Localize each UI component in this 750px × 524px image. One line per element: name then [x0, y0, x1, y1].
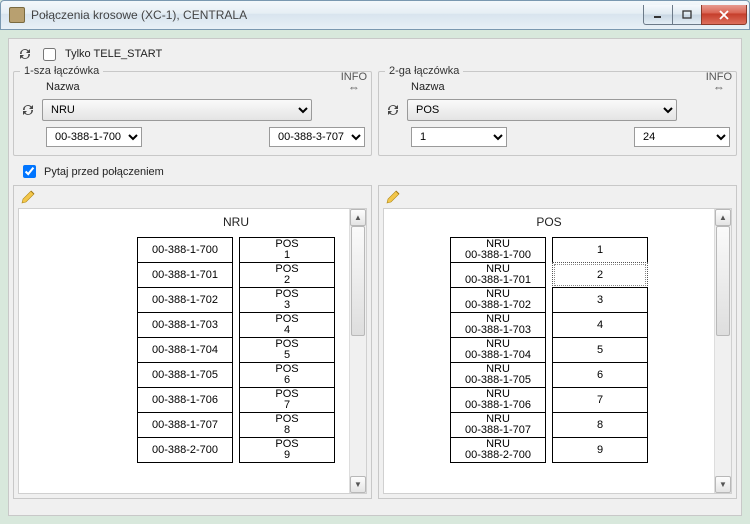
list-item[interactable]: POS4 [239, 312, 335, 338]
group-2: 2-ga łączówka INFO⇔ Nazwa POS [378, 65, 737, 156]
list-item[interactable]: NRU00-388-1-706 [450, 387, 546, 413]
group-1-name-select[interactable]: NRU [42, 99, 312, 121]
left-panel-title: NRU [129, 215, 343, 229]
maximize-button[interactable] [672, 5, 702, 25]
list-item[interactable]: NRU00-388-1-705 [450, 362, 546, 388]
pencil-icon[interactable] [385, 189, 401, 205]
refresh-icon[interactable] [17, 46, 33, 62]
list-item[interactable]: 6 [552, 362, 648, 388]
list-item[interactable]: NRU00-388-2-700 [450, 437, 546, 463]
list-item[interactable]: POS6 [239, 362, 335, 388]
group-1: 1-sza łączówka INFO⇔ Nazwa NRU [13, 65, 372, 156]
list-item[interactable]: 00-388-2-700 [137, 437, 233, 463]
group-1-legend: 1-sza łączówka [20, 65, 103, 77]
group-1-to-select[interactable]: 00-388-3-707 [269, 127, 365, 147]
scroll-down-icon[interactable]: ▼ [350, 476, 366, 493]
list-item[interactable]: NRU00-388-1-700 [450, 237, 546, 263]
tele-start-checkbox[interactable] [43, 48, 56, 61]
list-item[interactable]: 00-388-1-706 [137, 387, 233, 413]
list-item[interactable]: POS5 [239, 337, 335, 363]
list-item[interactable]: 00-388-1-707 [137, 412, 233, 438]
list-item[interactable]: 00-388-1-705 [137, 362, 233, 388]
list-item[interactable]: POS2 [239, 262, 335, 288]
list-item[interactable]: 7 [552, 387, 648, 413]
close-button[interactable] [701, 5, 747, 25]
list-item[interactable]: 00-388-1-704 [137, 337, 233, 363]
pencil-icon[interactable] [20, 189, 36, 205]
list-item[interactable]: 5 [552, 337, 648, 363]
refresh-icon[interactable] [385, 102, 401, 118]
group-1-from-select[interactable]: 00-388-1-700 [46, 127, 142, 147]
list-item[interactable]: NRU00-388-1-703 [450, 312, 546, 338]
group-1-name-label: Nazwa [46, 81, 80, 93]
ask-before-checkbox[interactable] [23, 165, 36, 178]
group-2-to-select[interactable]: 24 [634, 127, 730, 147]
list-item[interactable]: 4 [552, 312, 648, 338]
list-item[interactable]: 8 [552, 412, 648, 438]
scroll-thumb[interactable] [716, 226, 730, 336]
list-item[interactable]: 00-388-1-703 [137, 312, 233, 338]
scrollbar[interactable]: ▲ ▼ [349, 209, 366, 493]
info-icon[interactable]: INFO⇔ [706, 73, 732, 92]
right-panel-title: POS [390, 215, 708, 229]
app-icon [9, 7, 25, 23]
list-item[interactable]: 1 [552, 237, 648, 263]
list-item[interactable]: 3 [552, 287, 648, 313]
list-item[interactable]: NRU00-388-1-701 [450, 262, 546, 288]
group-2-legend: 2-ga łączówka [385, 65, 463, 77]
group-2-from-select[interactable]: 1 [411, 127, 507, 147]
list-item[interactable]: 00-388-1-701 [137, 262, 233, 288]
scrollbar[interactable]: ▲ ▼ [714, 209, 731, 493]
list-item[interactable]: POS9 [239, 437, 335, 463]
list-item[interactable]: POS8 [239, 412, 335, 438]
scroll-up-icon[interactable]: ▲ [715, 209, 731, 226]
tele-start-label: Tylko TELE_START [65, 48, 162, 60]
list-item[interactable]: POS1 [239, 237, 335, 263]
list-item[interactable]: 2 [552, 262, 648, 288]
refresh-icon[interactable] [20, 102, 36, 118]
list-item[interactable]: NRU00-388-1-702 [450, 287, 546, 313]
right-panel: POS NRU00-388-1-700NRU00-388-1-701NRU00-… [378, 185, 737, 499]
scroll-up-icon[interactable]: ▲ [350, 209, 366, 226]
scroll-thumb[interactable] [351, 226, 365, 336]
list-item[interactable]: NRU00-388-1-707 [450, 412, 546, 438]
list-item[interactable]: 00-388-1-702 [137, 287, 233, 313]
ask-before-label: Pytaj przed połączeniem [44, 166, 164, 178]
list-item[interactable]: 9 [552, 437, 648, 463]
info-icon[interactable]: INFO⇔ [341, 73, 367, 92]
list-item[interactable]: POS3 [239, 287, 335, 313]
group-2-name-select[interactable]: POS [407, 99, 677, 121]
left-panel: NRU 00-388-1-70000-388-1-70100-388-1-702… [13, 185, 372, 499]
titlebar: Połączenia krosowe (XC-1), CENTRALA [0, 0, 750, 30]
window-title: Połączenia krosowe (XC-1), CENTRALA [31, 8, 247, 22]
client-area: Tylko TELE_START 1-sza łączówka INFO⇔ Na… [8, 38, 742, 516]
group-2-name-label: Nazwa [411, 81, 445, 93]
minimize-button[interactable] [643, 5, 673, 25]
list-item[interactable]: POS7 [239, 387, 335, 413]
list-item[interactable]: 00-388-1-700 [137, 237, 233, 263]
list-item[interactable]: NRU00-388-1-704 [450, 337, 546, 363]
scroll-down-icon[interactable]: ▼ [715, 476, 731, 493]
